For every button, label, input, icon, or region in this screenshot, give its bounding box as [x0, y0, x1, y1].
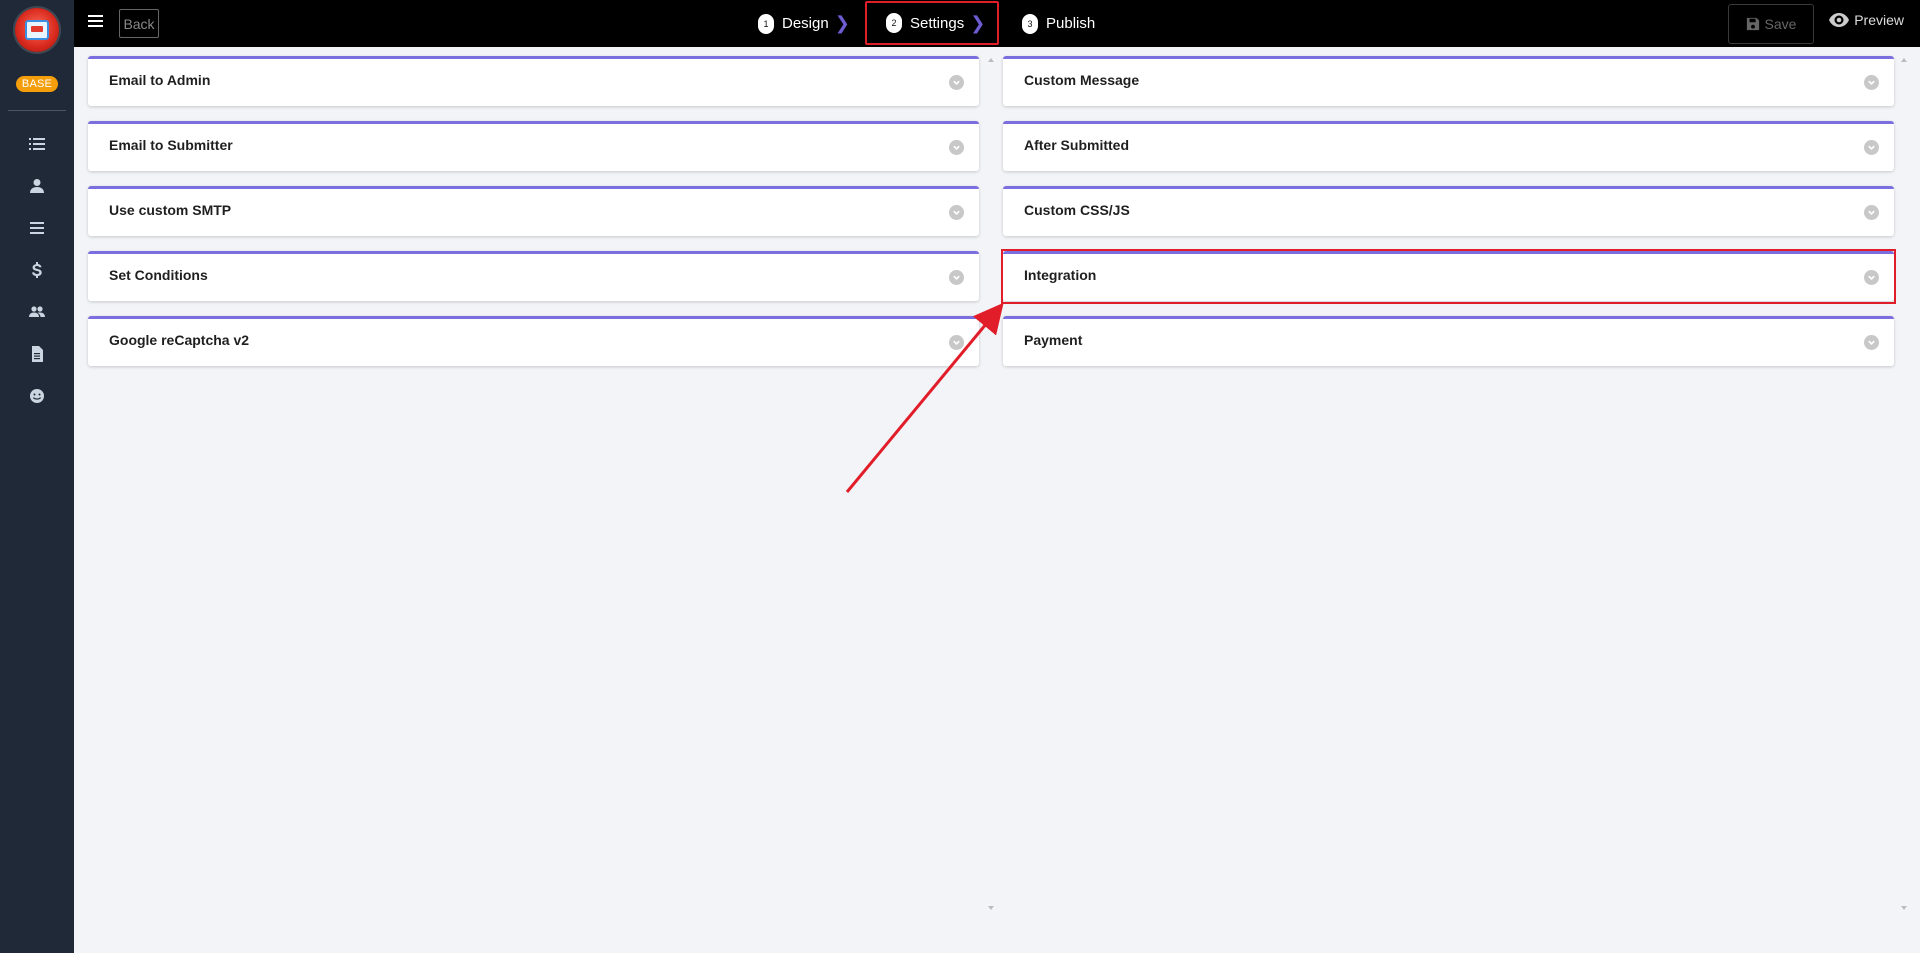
panel-payment[interactable]: Payment — [1003, 316, 1894, 366]
chevron-down-icon — [949, 140, 964, 155]
left-scrollbar[interactable] — [987, 56, 995, 912]
panel-title: After Submitted — [1024, 136, 1129, 153]
save-label: Save — [1764, 16, 1797, 32]
chevron-down-icon — [949, 270, 964, 285]
file-icon[interactable] — [22, 339, 52, 369]
panel-after-submitted[interactable]: After Submitted — [1003, 121, 1894, 171]
panel-title: Google reCaptcha v2 — [109, 331, 250, 348]
panel-use-custom-smtp[interactable]: Use custom SMTP — [88, 186, 979, 236]
panel-title: Set Conditions — [109, 266, 208, 283]
dollar-icon[interactable] — [22, 255, 52, 285]
right-settings-column: Custom Message After Submitted Custom CS… — [1001, 56, 1896, 381]
eye-icon — [1829, 13, 1850, 27]
chevron-right-icon: ❯ — [834, 13, 850, 33]
logo-icon — [25, 20, 49, 40]
list-icon[interactable] — [22, 129, 52, 159]
floppy-disk-icon — [1746, 17, 1759, 31]
users-icon[interactable] — [22, 297, 52, 327]
panel-custom-css-js[interactable]: Custom CSS/JS — [1003, 186, 1894, 236]
annotation-highlight-box — [1001, 249, 1896, 304]
preview-button[interactable]: Preview — [1829, 12, 1904, 28]
step-number: 2 — [886, 13, 902, 33]
step-label: Publish — [1046, 15, 1096, 32]
chevron-down-icon — [949, 205, 964, 220]
sidebar-divider — [8, 110, 66, 111]
panel-title: Custom CSS/JS — [1024, 201, 1130, 218]
panel-title: Email to Admin — [109, 71, 211, 88]
save-button[interactable]: Save — [1728, 4, 1814, 44]
sidebar: BASE — [0, 0, 74, 953]
panel-google-recaptcha[interactable]: Google reCaptcha v2 — [88, 316, 979, 366]
hamburger-menu-icon[interactable] — [88, 15, 103, 29]
left-settings-column: Email to Admin Email to Submitter Use cu… — [88, 56, 979, 381]
preview-label: Preview — [1854, 12, 1904, 28]
step-publish[interactable]: 3 Publish — [1022, 0, 1095, 47]
panel-integration[interactable]: Integration — [1001, 249, 1896, 304]
right-scrollbar[interactable] — [1900, 56, 1908, 912]
chevron-right-icon: ❯ — [970, 12, 986, 33]
step-number: 1 — [758, 13, 774, 34]
panel-set-conditions[interactable]: Set Conditions — [88, 251, 979, 301]
back-button[interactable]: Back — [119, 9, 159, 38]
step-label: Design — [782, 15, 829, 32]
app-logo[interactable] — [15, 8, 59, 52]
panel-custom-message[interactable]: Custom Message — [1003, 56, 1894, 106]
user-icon[interactable] — [22, 171, 52, 201]
chevron-down-icon — [1864, 205, 1879, 220]
panel-title: Use custom SMTP — [109, 201, 232, 218]
top-bar: Back 1 Design ❯ 2 Settings ❯ 3 Publish S… — [74, 0, 1920, 47]
panel-email-to-submitter[interactable]: Email to Submitter — [88, 121, 979, 171]
chevron-down-icon — [1864, 270, 1879, 285]
panel-title: Email to Submitter — [109, 136, 233, 153]
chevron-down-icon — [1864, 75, 1879, 90]
smile-icon[interactable] — [22, 381, 52, 411]
chevron-down-icon — [949, 75, 964, 90]
chevron-down-icon — [1864, 335, 1879, 350]
step-settings[interactable]: 2 Settings ❯ — [865, 1, 999, 45]
panel-email-to-admin[interactable]: Email to Admin — [88, 56, 979, 106]
menu-icon[interactable] — [22, 213, 52, 243]
step-number: 3 — [1022, 13, 1038, 34]
panel-title: Payment — [1024, 331, 1083, 348]
panel-title: Integration — [1024, 266, 1097, 283]
chevron-down-icon — [949, 335, 964, 350]
step-label: Settings — [910, 14, 965, 32]
chevron-down-icon — [1864, 140, 1879, 155]
panel-title: Custom Message — [1024, 71, 1140, 88]
plan-badge: BASE — [15, 76, 59, 92]
step-design[interactable]: 1 Design ❯ — [758, 0, 850, 47]
